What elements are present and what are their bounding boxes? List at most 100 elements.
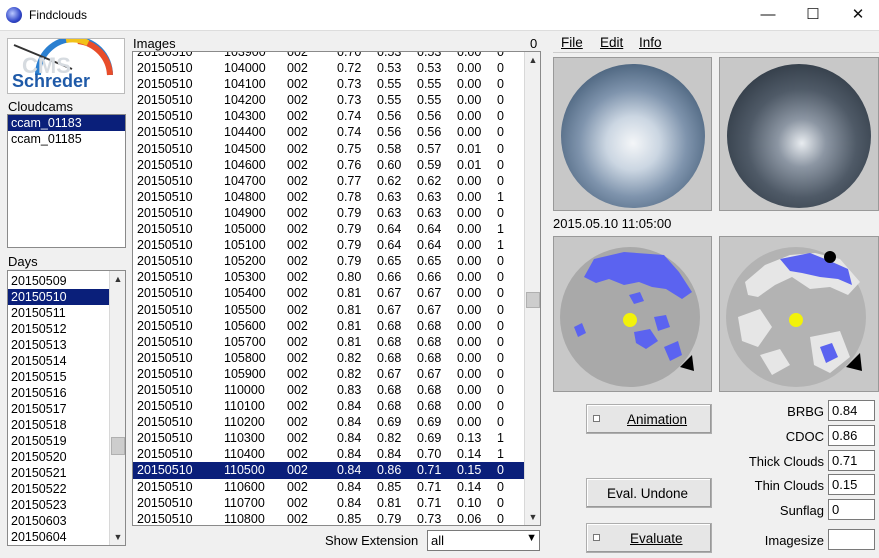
thin-clouds-field[interactable]: 0.15: [828, 474, 875, 495]
day-item[interactable]: 20150604: [8, 529, 109, 545]
image-row[interactable]: 20150510 105100 002 0.79 0.64 0.64 0.00 1: [133, 237, 524, 253]
scroll-down-icon[interactable]: ▼: [525, 509, 540, 525]
image-row[interactable]: 20150510 110100 002 0.84 0.68 0.68 0.00 0: [133, 398, 524, 414]
image-cell: 0.68: [417, 399, 442, 414]
image-row[interactable]: 20150510 110600 002 0.84 0.85 0.71 0.14 0: [133, 479, 524, 495]
image-row[interactable]: 20150510 110000 002 0.83 0.68 0.68 0.00 0: [133, 382, 524, 398]
image-row[interactable]: 20150510 104100 002 0.73 0.55 0.55 0.00 0: [133, 76, 524, 92]
menu-file[interactable]: File: [561, 35, 583, 50]
cloudcam-item[interactable]: ccam_01183: [8, 115, 125, 131]
image-cell: 104100: [224, 77, 266, 92]
image-cell: 002: [287, 222, 308, 237]
image-row[interactable]: 20150510 110300 002 0.84 0.82 0.69 0.13 1: [133, 430, 524, 446]
day-item[interactable]: 20150517: [8, 401, 109, 417]
image-row[interactable]: 20150510 110500 002 0.84 0.86 0.71 0.15 0: [133, 462, 524, 479]
day-item[interactable]: 20150522: [8, 481, 109, 497]
image-row[interactable]: 20150510 105400 002 0.81 0.67 0.67 0.00 0: [133, 285, 524, 301]
image-row[interactable]: 20150510 105700 002 0.81 0.68 0.68 0.00 0: [133, 334, 524, 350]
image-cell: 0.73: [337, 77, 362, 92]
cloudcam-item[interactable]: ccam_01185: [8, 131, 125, 147]
image-cell: 0.55: [377, 93, 402, 108]
day-item[interactable]: 20150514: [8, 353, 109, 369]
image-row[interactable]: 20150510 105300 002 0.80 0.66 0.66 0.00 0: [133, 269, 524, 285]
image-row[interactable]: 20150510 105000 002 0.79 0.64 0.64 0.00 1: [133, 221, 524, 237]
image-cell: 0.81: [337, 334, 362, 349]
days-scrollbar[interactable]: ▲ ▼: [109, 271, 125, 545]
image-row[interactable]: 20150510 105500 002 0.81 0.67 0.67 0.00 0: [133, 302, 524, 318]
image-cell: 0: [497, 399, 504, 414]
scroll-up-icon[interactable]: ▲: [110, 271, 125, 287]
image-cell: 002: [287, 366, 308, 381]
image-row[interactable]: 20150510 104300 002 0.74 0.56 0.56 0.00 0: [133, 108, 524, 124]
image-row[interactable]: 20150510 105800 002 0.82 0.68 0.68 0.00 0: [133, 350, 524, 366]
images-list[interactable]: 20150510 103900 002 0.70 0.53 0.53 0.00 0 201505…: [132, 51, 541, 526]
menu-edit[interactable]: Edit: [600, 35, 623, 50]
image-row[interactable]: 20150510 104200 002 0.73 0.55 0.55 0.00 0: [133, 92, 524, 108]
image-row[interactable]: 20150510 105200 002 0.79 0.65 0.65 0.00 0: [133, 253, 524, 269]
image-row[interactable]: 20150510 104500 002 0.75 0.58 0.57 0.01 0: [133, 141, 524, 157]
image-cell: 0: [497, 511, 504, 526]
sunflag-field[interactable]: 0: [828, 499, 875, 520]
image-row[interactable]: 20150510 110700 002 0.84 0.81 0.71 0.10 0: [133, 495, 524, 511]
image-row[interactable]: 20150510 104700 002 0.77 0.62 0.62 0.00 0: [133, 173, 524, 189]
day-item[interactable]: 20150518: [8, 417, 109, 433]
image-row[interactable]: 20150510 104400 002 0.74 0.56 0.56 0.00 0: [133, 124, 524, 140]
imagesize-label: Imagesize: [764, 533, 824, 548]
image-row[interactable]: 20150510 110400 002 0.84 0.84 0.70 0.14 1: [133, 446, 524, 462]
scroll-thumb[interactable]: [526, 292, 540, 308]
image-cell: 104900: [224, 205, 266, 220]
image-cell: 0.55: [417, 93, 442, 108]
cloudcams-list[interactable]: ccam_01183 ccam_01185: [7, 114, 126, 248]
day-item[interactable]: 20150511: [8, 305, 109, 321]
image-cell: 0: [497, 141, 504, 156]
brbg-field[interactable]: 0.84: [828, 400, 875, 421]
image-row[interactable]: 20150510 110800 002 0.85 0.79 0.73 0.06 0: [133, 511, 524, 526]
image-cell: 0.84: [337, 399, 362, 414]
image-row[interactable]: 20150510 104900 002 0.79 0.63 0.63 0.00 0: [133, 205, 524, 221]
image-row[interactable]: 20150510 104800 002 0.78 0.63 0.63 0.00 1: [133, 189, 524, 205]
minimize-button[interactable]: —: [745, 0, 791, 31]
scroll-up-icon[interactable]: ▲: [525, 52, 540, 68]
cdoc-field[interactable]: 0.86: [828, 425, 875, 446]
image-row[interactable]: 20150510 103900 002 0.70 0.53 0.53 0.00 0: [133, 52, 524, 60]
day-item[interactable]: 20150516: [8, 385, 109, 401]
image-row[interactable]: 20150510 104600 002 0.76 0.60 0.59 0.01 0: [133, 157, 524, 173]
day-item[interactable]: 20150512: [8, 321, 109, 337]
image-cell: 0.00: [457, 382, 482, 397]
close-button[interactable]: ✕: [835, 0, 879, 31]
day-item[interactable]: 20150603: [8, 513, 109, 529]
menu-info[interactable]: Info: [639, 35, 662, 50]
day-item[interactable]: 20150513: [8, 337, 109, 353]
eval-undone-button[interactable]: Eval. Undone: [586, 478, 712, 508]
days-list[interactable]: 20150509 20150510 20150511 20150512 20150513…: [7, 270, 126, 546]
day-item[interactable]: 20150523: [8, 497, 109, 513]
image-cell: 002: [287, 125, 308, 140]
image-row[interactable]: 20150510 105600 002 0.81 0.68 0.68 0.00 0: [133, 318, 524, 334]
image-cell: 0.00: [457, 254, 482, 269]
scroll-thumb[interactable]: [111, 437, 125, 455]
image-cell: 002: [287, 334, 308, 349]
image-row[interactable]: 20150510 104000 002 0.72 0.53 0.53 0.00 0: [133, 60, 524, 76]
image-row[interactable]: 20150510 110200 002 0.84 0.69 0.69 0.00 0: [133, 414, 524, 430]
scroll-down-icon[interactable]: ▼: [110, 529, 125, 545]
day-item[interactable]: 20150520: [8, 449, 109, 465]
animation-checkbox[interactable]: [593, 415, 600, 422]
image-cell: 002: [287, 318, 308, 333]
day-item[interactable]: 20150515: [8, 369, 109, 385]
image-row[interactable]: 20150510 105900 002 0.82 0.67 0.67 0.00 0: [133, 366, 524, 382]
evaluate-button[interactable]: Evaluate: [586, 523, 712, 553]
day-item[interactable]: 20150509: [8, 273, 109, 289]
thick-clouds-field[interactable]: 0.71: [828, 450, 875, 471]
imagesize-field[interactable]: [828, 529, 875, 550]
images-scrollbar[interactable]: ▲ ▼: [524, 52, 540, 525]
animation-button[interactable]: Animation: [586, 404, 712, 434]
day-item[interactable]: 20150521: [8, 465, 109, 481]
image-cell: 0.15: [457, 463, 482, 478]
evaluate-checkbox[interactable]: [593, 534, 600, 541]
images-label: Images: [133, 36, 176, 51]
show-extension-select[interactable]: all ▼: [427, 530, 540, 551]
day-item[interactable]: 20150510: [8, 289, 109, 305]
maximize-button[interactable]: ☐: [790, 0, 836, 31]
day-item[interactable]: 20150519: [8, 433, 109, 449]
image-cell: 002: [287, 350, 308, 365]
